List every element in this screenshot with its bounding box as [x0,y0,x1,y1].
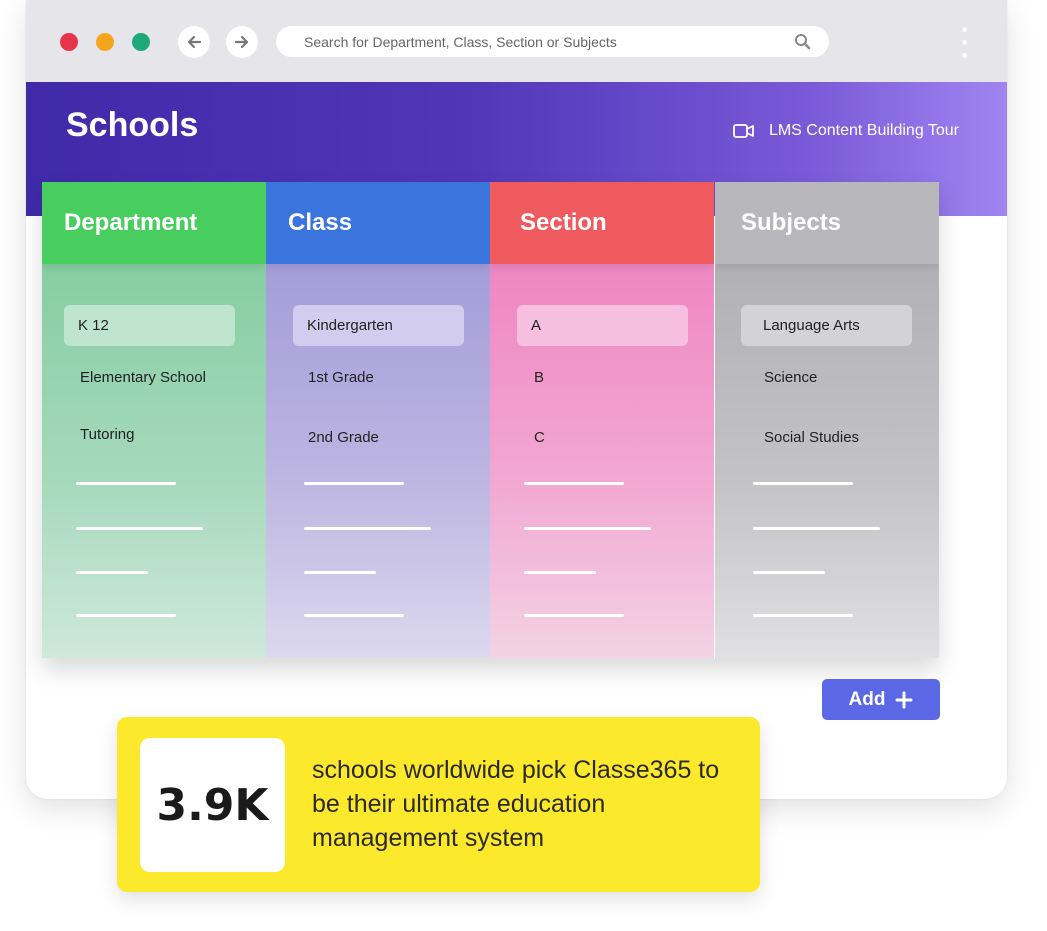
column-header: Subjects [715,182,939,264]
column-class: Class Kindergarten 1st Grade 2nd Grade [266,182,490,658]
column-header: Department [42,182,266,264]
placeholder-line [76,571,148,574]
search-icon[interactable] [794,33,811,50]
maximize-window-dot[interactable] [132,33,150,51]
placeholder-line [524,482,624,485]
tour-link[interactable]: LMS Content Building Tour [733,122,959,140]
video-camera-icon [733,124,754,138]
placeholder-line [304,482,404,485]
list-item[interactable]: B [534,369,544,386]
back-button[interactable] [178,26,210,58]
add-button[interactable]: Add [822,679,940,720]
placeholder-line [524,614,624,617]
page-title: Schools [66,106,199,144]
placeholder-line [304,527,431,530]
list-item[interactable]: C [534,429,545,446]
placeholder-line [524,571,596,574]
promo-card: 3.9K schools worldwide pick Classe365 to… [117,717,760,892]
placeholder-line [753,571,825,574]
hierarchy-board: Department K 12 Elementary School Tutori… [42,182,939,658]
arrow-left-icon [187,35,202,49]
column-header: Section [490,182,714,264]
list-item-selected[interactable]: Kindergarten [293,305,464,346]
forward-button[interactable] [226,26,258,58]
list-item[interactable]: Tutoring [80,426,134,443]
placeholder-line [753,614,853,617]
placeholder-line [753,482,853,485]
placeholder-line [304,571,376,574]
placeholder-line [76,614,176,617]
placeholder-line [76,482,176,485]
arrow-right-icon [234,35,249,49]
minimize-window-dot[interactable] [96,33,114,51]
close-window-dot[interactable] [60,33,78,51]
column-header: Class [266,182,490,264]
column-department: Department K 12 Elementary School Tutori… [42,182,266,658]
list-item[interactable]: Elementary School [80,369,206,386]
browser-toolbar [26,0,1007,82]
add-button-label: Add [848,688,886,710]
search-bar[interactable] [276,26,829,57]
promo-stat: 3.9K [140,738,285,872]
list-item[interactable]: Science [764,369,817,386]
tour-label: LMS Content Building Tour [768,122,959,139]
list-item[interactable]: 1st Grade [308,369,374,386]
list-item-selected[interactable]: K 12 [64,305,235,346]
promo-text: schools worldwide pick Classe365 to be t… [312,756,720,852]
placeholder-line [304,614,404,617]
placeholder-line [753,527,880,530]
column-section: Section A B C [490,182,714,658]
plus-icon [895,691,913,708]
column-subjects: Subjects Language Arts Science Social St… [715,182,939,658]
placeholder-line [524,527,651,530]
list-item[interactable]: Social Studies [764,429,859,446]
search-input[interactable] [302,32,786,51]
placeholder-line [76,527,203,530]
list-item-selected[interactable]: Language Arts [741,305,912,346]
list-item[interactable]: 2nd Grade [308,429,379,446]
more-options-icon[interactable] [955,26,975,60]
list-item-selected[interactable]: A [517,305,688,346]
